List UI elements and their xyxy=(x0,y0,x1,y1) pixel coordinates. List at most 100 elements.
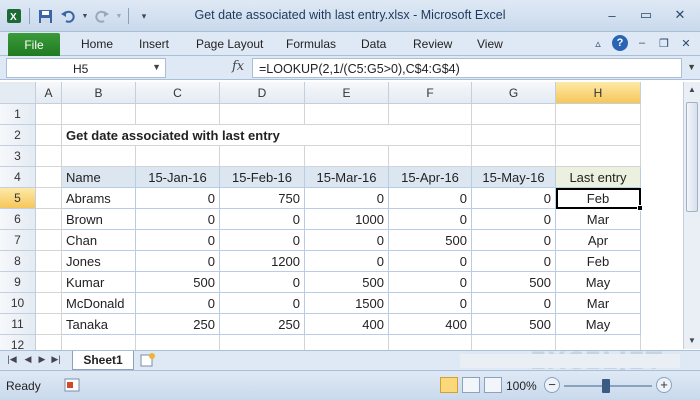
cell[interactable] xyxy=(305,146,389,167)
value-cell[interactable]: 0 xyxy=(305,230,389,251)
cell[interactable] xyxy=(556,104,641,125)
cell[interactable] xyxy=(472,104,556,125)
value-cell[interactable]: 0 xyxy=(472,293,556,314)
insert-function-icon[interactable]: fx xyxy=(232,59,244,74)
expand-formula-bar-icon[interactable]: ▼ xyxy=(687,62,696,72)
next-sheet-icon[interactable]: ▶ xyxy=(36,354,48,368)
value-cell[interactable]: 1200 xyxy=(220,251,305,272)
tab-formulas[interactable]: Formulas xyxy=(286,37,336,51)
file-tab[interactable]: File xyxy=(8,33,60,56)
column-header-f[interactable]: F xyxy=(389,82,472,104)
value-cell[interactable]: 0 xyxy=(472,230,556,251)
page-layout-view-icon[interactable] xyxy=(462,377,480,393)
cell[interactable] xyxy=(62,146,136,167)
cell[interactable] xyxy=(36,272,62,293)
macro-record-icon[interactable] xyxy=(64,378,80,392)
cell[interactable] xyxy=(36,251,62,272)
column-header-d[interactable]: D xyxy=(220,82,305,104)
value-cell[interactable]: 0 xyxy=(389,209,472,230)
value-cell[interactable]: 250 xyxy=(136,314,220,335)
value-cell[interactable]: 0 xyxy=(389,272,472,293)
row-header-3[interactable]: 3 xyxy=(0,146,36,167)
table-header-cell[interactable]: 15-Mar-16 xyxy=(305,167,389,188)
table-header-cell[interactable]: 15-May-16 xyxy=(472,167,556,188)
last-entry-cell[interactable]: May xyxy=(556,272,641,293)
name-box[interactable]: H5 ▼ xyxy=(6,58,166,78)
minimize-icon[interactable]: – xyxy=(598,6,626,24)
scroll-up-icon[interactable]: ▲ xyxy=(684,82,700,98)
cell[interactable] xyxy=(556,146,641,167)
tab-review[interactable]: Review xyxy=(413,37,452,51)
vertical-scrollbar[interactable]: ▲ ▼ xyxy=(683,82,700,349)
value-cell[interactable]: 500 xyxy=(136,272,220,293)
value-cell[interactable]: 0 xyxy=(472,251,556,272)
tab-insert[interactable]: Insert xyxy=(139,37,169,51)
value-cell[interactable]: 0 xyxy=(389,188,472,209)
zoom-level[interactable]: 100% xyxy=(506,379,537,393)
tab-view[interactable]: View xyxy=(477,37,503,51)
name-cell[interactable]: McDonald xyxy=(62,293,136,314)
row-header-5[interactable]: 5 xyxy=(0,188,36,209)
cell[interactable] xyxy=(136,104,220,125)
value-cell[interactable]: 0 xyxy=(472,188,556,209)
name-cell[interactable]: Kumar xyxy=(62,272,136,293)
cell[interactable] xyxy=(220,104,305,125)
value-cell[interactable]: 0 xyxy=(389,293,472,314)
value-cell[interactable]: 0 xyxy=(305,188,389,209)
table-header-cell[interactable]: 15-Apr-16 xyxy=(389,167,472,188)
table-header-cell[interactable]: 15-Feb-16 xyxy=(220,167,305,188)
last-entry-cell[interactable]: Mar xyxy=(556,209,641,230)
value-cell[interactable]: 0 xyxy=(136,293,220,314)
value-cell[interactable]: 0 xyxy=(220,230,305,251)
row-header-2[interactable]: 2 xyxy=(0,125,36,146)
cell[interactable] xyxy=(36,209,62,230)
close-icon[interactable]: ✕ xyxy=(666,6,694,24)
cell[interactable] xyxy=(472,125,556,146)
row-header-10[interactable]: 10 xyxy=(0,293,36,314)
maximize-icon[interactable]: ▭ xyxy=(632,6,660,24)
zoom-in-icon[interactable]: + xyxy=(656,377,672,393)
cell[interactable] xyxy=(62,104,136,125)
cell[interactable] xyxy=(556,125,641,146)
value-cell[interactable]: 0 xyxy=(136,209,220,230)
last-entry-cell[interactable]: Mar xyxy=(556,293,641,314)
row-header-11[interactable]: 11 xyxy=(0,314,36,335)
value-cell[interactable]: 500 xyxy=(389,230,472,251)
name-cell[interactable]: Tanaka xyxy=(62,314,136,335)
name-cell[interactable]: Jones xyxy=(62,251,136,272)
tab-page-layout[interactable]: Page Layout xyxy=(196,37,263,51)
workbook-close-icon[interactable]: ✕ xyxy=(678,35,694,51)
value-cell[interactable]: 0 xyxy=(136,188,220,209)
column-header-e[interactable]: E xyxy=(305,82,389,104)
tab-data[interactable]: Data xyxy=(361,37,386,51)
cell[interactable] xyxy=(220,146,305,167)
fill-handle[interactable] xyxy=(637,205,643,211)
name-cell[interactable]: Brown xyxy=(62,209,136,230)
cell[interactable] xyxy=(389,146,472,167)
row-header-4[interactable]: 4 xyxy=(0,167,36,188)
value-cell[interactable]: 0 xyxy=(220,272,305,293)
insert-sheet-icon[interactable] xyxy=(140,353,156,367)
table-header-cell[interactable]: Last entry xyxy=(556,167,641,188)
value-cell[interactable]: 500 xyxy=(472,272,556,293)
cell[interactable] xyxy=(472,146,556,167)
column-header-b[interactable]: B xyxy=(62,82,136,104)
select-all-corner[interactable] xyxy=(0,82,36,104)
name-cell[interactable]: Chan xyxy=(62,230,136,251)
table-header-cell[interactable]: 15-Jan-16 xyxy=(136,167,220,188)
zoom-out-icon[interactable]: − xyxy=(544,377,560,393)
help-icon[interactable]: ? xyxy=(612,35,628,51)
value-cell[interactable]: 750 xyxy=(220,188,305,209)
value-cell[interactable]: 1500 xyxy=(305,293,389,314)
table-header-cell[interactable]: Name xyxy=(62,167,136,188)
row-header-9[interactable]: 9 xyxy=(0,272,36,293)
sheet-tab-sheet1[interactable]: Sheet1 xyxy=(72,351,134,370)
row-header-7[interactable]: 7 xyxy=(0,230,36,251)
first-sheet-icon[interactable]: |◀ xyxy=(6,354,18,368)
cell[interactable] xyxy=(36,125,62,146)
value-cell[interactable]: 0 xyxy=(220,293,305,314)
name-cell[interactable]: Abrams xyxy=(62,188,136,209)
value-cell[interactable]: 500 xyxy=(305,272,389,293)
value-cell[interactable]: 0 xyxy=(136,251,220,272)
cell[interactable] xyxy=(305,104,389,125)
